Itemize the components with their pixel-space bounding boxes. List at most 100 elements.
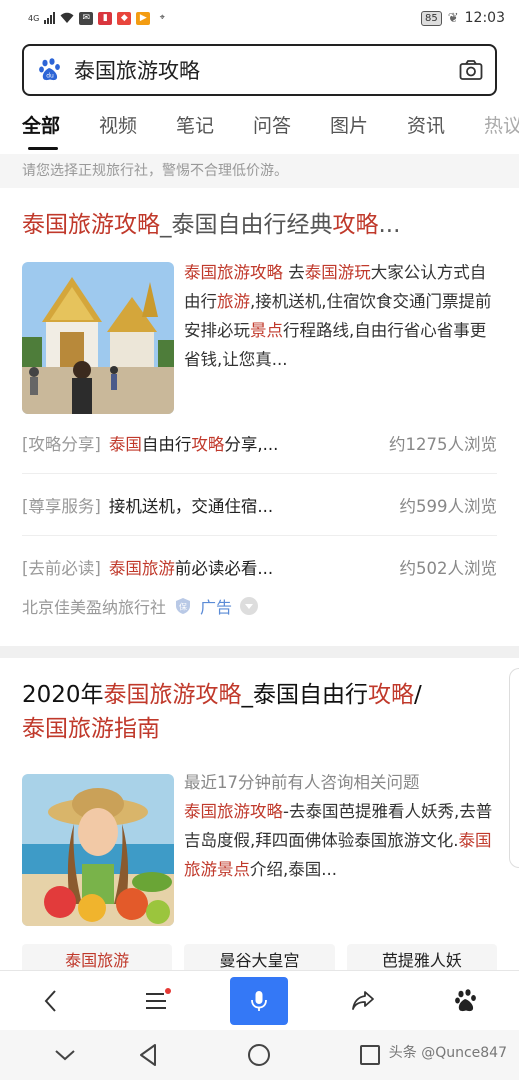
result-thumbnail-temple[interactable] bbox=[22, 262, 174, 414]
voice-search-button[interactable] bbox=[230, 976, 289, 1025]
snippet-highlight: 旅游 bbox=[217, 292, 250, 311]
share-icon bbox=[352, 990, 375, 1010]
baidu-home-button[interactable] bbox=[438, 977, 496, 1025]
snippet-meta: 最近17分钟前有人咨询相关问题 bbox=[184, 773, 420, 792]
sublink-tag: [去前必读] bbox=[22, 559, 101, 578]
result-title[interactable]: 泰国旅游攻略_泰国自由行经典攻略... bbox=[22, 208, 400, 242]
sublink-text: 接机送机，交通住宿... bbox=[109, 493, 400, 517]
back-button[interactable] bbox=[23, 977, 81, 1025]
tab-qa[interactable]: 问答 bbox=[253, 104, 330, 154]
title-highlight: 泰国旅游攻略 bbox=[103, 682, 242, 708]
ad-options-dropdown-icon[interactable] bbox=[240, 597, 259, 615]
recents-square-icon[interactable] bbox=[357, 1042, 383, 1068]
svg-text:du: du bbox=[46, 73, 54, 80]
sublink-plain: 分享,... bbox=[224, 434, 279, 454]
title-highlight: 泰国旅游攻略 bbox=[22, 212, 160, 238]
mic-icon bbox=[251, 990, 268, 1011]
signal-icon bbox=[44, 12, 56, 24]
snippet-highlight: 景点 bbox=[250, 321, 283, 340]
back-triangle-icon[interactable] bbox=[136, 1042, 162, 1068]
sublink-highlight: 攻略 bbox=[191, 434, 225, 454]
source-name: 北京佳美盈纳旅行社 bbox=[22, 598, 167, 617]
result-card-ad: 泰国旅游攻略_泰国自由行经典攻略... 泰国旅游攻略 去泰国游玩大家公认方式自由… bbox=[0, 188, 519, 646]
camera-icon[interactable] bbox=[459, 59, 483, 81]
view-count: 约502人浏览 bbox=[399, 559, 498, 578]
tab-video[interactable]: 视频 bbox=[99, 104, 176, 154]
notification-dot bbox=[164, 987, 171, 994]
snippet-text: 介绍,泰国... bbox=[250, 860, 337, 879]
result-card-organic: 2020年泰国旅游攻略_泰国自由行攻略/泰国旅游指南 最近17分钟前有人咨询相关… bbox=[0, 658, 519, 972]
card-separator bbox=[0, 646, 519, 658]
travel-notice: 请您选择正规旅行社，警惕不合理低价游。 bbox=[0, 154, 519, 188]
collapse-icon[interactable] bbox=[52, 1042, 78, 1068]
sublink-row[interactable]: [攻略分享] 泰国自由行攻略分享,... 约1275人浏览 bbox=[22, 412, 497, 474]
back-icon bbox=[44, 989, 56, 1012]
menu-button[interactable] bbox=[127, 977, 185, 1025]
baidu-paw-icon: du bbox=[39, 58, 60, 81]
snippet-highlight: 泰国旅游攻略 bbox=[184, 802, 283, 821]
result-source: 北京佳美盈纳旅行社 保 广告 bbox=[22, 594, 259, 618]
sublink-row[interactable]: [尊享服务] 接机送机，交通住宿... 约599人浏览 bbox=[22, 474, 497, 536]
title-text: _泰国自由行经典 bbox=[160, 212, 333, 238]
title-ellipsis: ... bbox=[378, 212, 401, 238]
share-button[interactable] bbox=[334, 977, 392, 1025]
tab-images[interactable]: 图片 bbox=[330, 104, 407, 154]
sublink-highlight: 泰国旅游 bbox=[108, 559, 175, 578]
chip-pattaya-show[interactable]: 芭提雅人妖 bbox=[346, 944, 497, 972]
status-bar: 4G ✉ ▮ ◆ ▶ ⌖ 85 ❦ 12:03 bbox=[0, 0, 519, 36]
sublink-tag: [攻略分享] bbox=[22, 434, 101, 454]
clock: 12:03 bbox=[464, 10, 505, 26]
wifi-icon bbox=[60, 12, 74, 23]
mail-icon: ✉ bbox=[79, 11, 94, 25]
app-icon: ◆ bbox=[117, 11, 132, 25]
chip-grand-palace[interactable]: 曼谷大皇宫 bbox=[184, 944, 335, 972]
related-chips: 泰国旅游 曼谷大皇宫 芭提雅人妖 bbox=[22, 944, 497, 972]
title-text: _泰国自由行 bbox=[241, 682, 369, 708]
tab-all[interactable]: 全部 bbox=[22, 104, 99, 154]
snippet-highlight: 泰国游玩 bbox=[304, 263, 371, 282]
search-input[interactable]: 泰国旅游攻略 bbox=[74, 55, 459, 85]
view-count: 约599人浏览 bbox=[399, 496, 498, 516]
side-pull-tab[interactable] bbox=[509, 668, 519, 868]
search-results-page: 4G ✉ ▮ ◆ ▶ ⌖ 85 ❦ 12:03 du 泰国旅游攻略 全部 视频 … bbox=[0, 0, 519, 1080]
tab-notes[interactable]: 笔记 bbox=[176, 104, 253, 154]
result-snippet: 泰国旅游攻略 去泰国游玩大家公认方式自由行旅游,接机送机,住宿饮食交通门票提前安… bbox=[184, 258, 500, 374]
ad-label: 广告 bbox=[200, 598, 233, 617]
tab-trending[interactable]: 热议 bbox=[484, 104, 519, 154]
result-title[interactable]: 2020年泰国旅游攻略_泰国自由行攻略/ 泰国旅游指南 bbox=[22, 678, 502, 746]
sublink-plain: 前必读必看... bbox=[174, 559, 274, 578]
view-count: 约1275人浏览 bbox=[389, 434, 497, 454]
bottom-toolbar bbox=[0, 970, 519, 1030]
snippet-text: 去 bbox=[283, 263, 305, 282]
status-icons: 4G ✉ ▮ ◆ ▶ ⌖ bbox=[28, 11, 169, 25]
home-circle-icon[interactable] bbox=[246, 1042, 272, 1068]
result-snippet: 最近17分钟前有人咨询相关问题 泰国旅游攻略-去泰国芭提雅看人妖秀,去普吉岛度假… bbox=[184, 768, 500, 884]
video-app-icon: ▶ bbox=[136, 11, 151, 25]
title-text: 2020年 bbox=[22, 682, 104, 708]
sublink-row[interactable]: [去前必读] 泰国旅游前必读必看... 约502人浏览 bbox=[22, 536, 497, 598]
title-text: / bbox=[414, 682, 422, 708]
network-type: 4G bbox=[28, 13, 40, 23]
sublink-plain: 自由行 bbox=[141, 434, 192, 454]
beach-photo bbox=[22, 774, 174, 926]
sublink-tag: [尊享服务] bbox=[22, 496, 101, 516]
chip-thailand-travel[interactable]: 泰国旅游 bbox=[22, 944, 173, 972]
watermark: 头条 @Qunce847 bbox=[388, 1045, 507, 1061]
verified-shield-icon: 保 bbox=[176, 598, 191, 614]
status-right: 85 ❦ 12:03 bbox=[421, 10, 505, 26]
sublink-highlight: 泰国 bbox=[108, 434, 142, 454]
sublink-text: 泰国旅游前必读必看... bbox=[109, 555, 400, 579]
title-highlight: 攻略 bbox=[368, 682, 415, 708]
battery-indicator: 85 bbox=[421, 10, 442, 26]
title-highlight: 攻略 bbox=[332, 212, 379, 238]
temple-photo bbox=[22, 262, 174, 414]
sublink-text: 泰国自由行攻略分享,... bbox=[109, 431, 389, 455]
baidu-paw-icon bbox=[455, 988, 476, 1011]
recorder-icon: ▮ bbox=[98, 11, 113, 25]
result-thumbnail-beach[interactable] bbox=[22, 774, 174, 926]
tab-news[interactable]: 资讯 bbox=[407, 104, 484, 154]
leaf-icon: ❦ bbox=[447, 10, 459, 26]
search-box[interactable]: du 泰国旅游攻略 bbox=[22, 44, 497, 96]
sublink-plain: 接机送机，交通住宿... bbox=[108, 496, 274, 516]
snippet-highlight: 泰国旅游攻略 bbox=[184, 263, 283, 282]
